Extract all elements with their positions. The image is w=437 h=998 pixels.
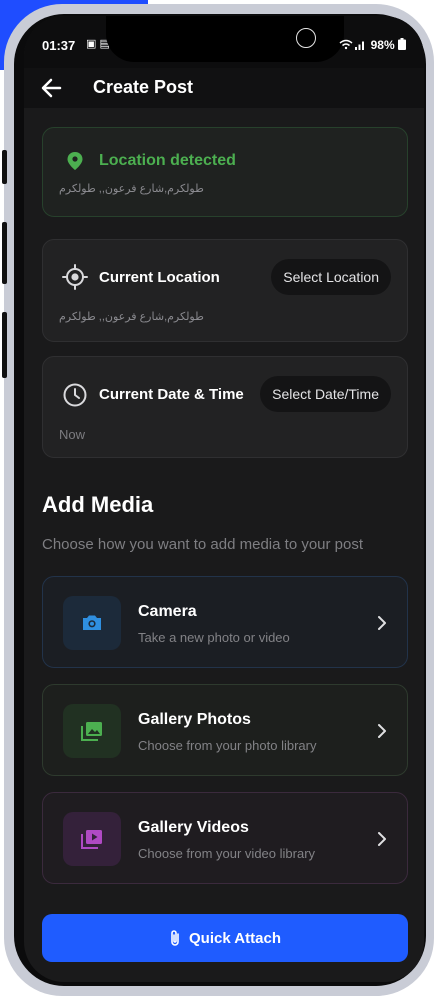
page-title: Create Post <box>93 77 194 97</box>
volume-button-top <box>2 150 7 184</box>
camera-option-title: Camera <box>138 603 197 620</box>
video-library-icon <box>81 830 102 849</box>
image-icon <box>81 722 102 741</box>
location-detected-title: Location detected <box>99 152 236 169</box>
camera-option[interactable]: Camera Take a new photo or video <box>42 576 408 668</box>
add-media-subtitle: Choose how you want to add media to your… <box>42 536 364 553</box>
gallery-videos-option[interactable]: Gallery Videos Choose from your video li… <box>42 792 408 884</box>
gallery-photos-title: Gallery Photos <box>138 711 251 728</box>
quick-attach-label: Quick Attach <box>189 929 281 947</box>
status-bar: 01:37 ▣ ▤ 98% <box>24 16 424 68</box>
add-media-title: Add Media <box>42 492 154 517</box>
gallery-photos-option[interactable]: Gallery Photos Choose from your photo li… <box>42 684 408 776</box>
current-datetime-title: Current Date & Time <box>99 386 244 403</box>
datetime-value: Now <box>59 427 86 442</box>
status-right: 98% <box>339 38 406 52</box>
quick-attach-button[interactable]: Quick Attach <box>42 914 408 962</box>
current-location-card: Current Location Select Location طولكرم,… <box>42 239 408 342</box>
paperclip-icon <box>171 930 179 946</box>
chevron-right-icon <box>378 724 386 738</box>
detected-address: طولكرم,شارع فرعون,, طولكرم <box>59 183 204 195</box>
camera-icon-box <box>63 596 121 650</box>
battery-icon <box>398 38 406 50</box>
volume-button-bottom <box>2 312 7 378</box>
select-location-button[interactable]: Select Location <box>271 259 391 295</box>
camera-option-description: Take a new photo or video <box>138 630 290 645</box>
status-time: 01:37 <box>42 38 76 53</box>
gallery-photos-description: Choose from your photo library <box>138 738 317 753</box>
map-pin-icon <box>67 152 83 170</box>
battery-percentage: 98% <box>370 38 395 52</box>
volume-button-middle <box>2 222 7 284</box>
arrow-left-icon[interactable] <box>38 74 66 102</box>
gallery-videos-icon-box <box>63 812 121 866</box>
current-location-address: طولكرم,شارع فرعون,, طولكرم <box>59 311 204 323</box>
current-location-title: Current Location <box>99 269 220 286</box>
camera-icon <box>83 615 101 630</box>
front-camera-icon <box>296 28 316 48</box>
gallery-photos-icon-box <box>63 704 121 758</box>
app-screen: 01:37 ▣ ▤ 98% Create Post Location detec… <box>24 16 424 982</box>
select-datetime-button[interactable]: Select Date/Time <box>260 376 391 412</box>
signal-icon <box>339 39 365 50</box>
chevron-right-icon <box>378 616 386 630</box>
gallery-videos-title: Gallery Videos <box>138 819 249 836</box>
location-detected-card: Location detected طولكرم,شارع فرعون,, طو… <box>42 127 408 217</box>
crosshair-icon <box>62 264 88 290</box>
chevron-right-icon <box>378 832 386 846</box>
current-datetime-card: Current Date & Time Select Date/Time Now <box>42 356 408 458</box>
app-bar: Create Post <box>24 68 424 108</box>
clock-icon <box>63 383 87 407</box>
gallery-videos-description: Choose from your video library <box>138 846 316 861</box>
